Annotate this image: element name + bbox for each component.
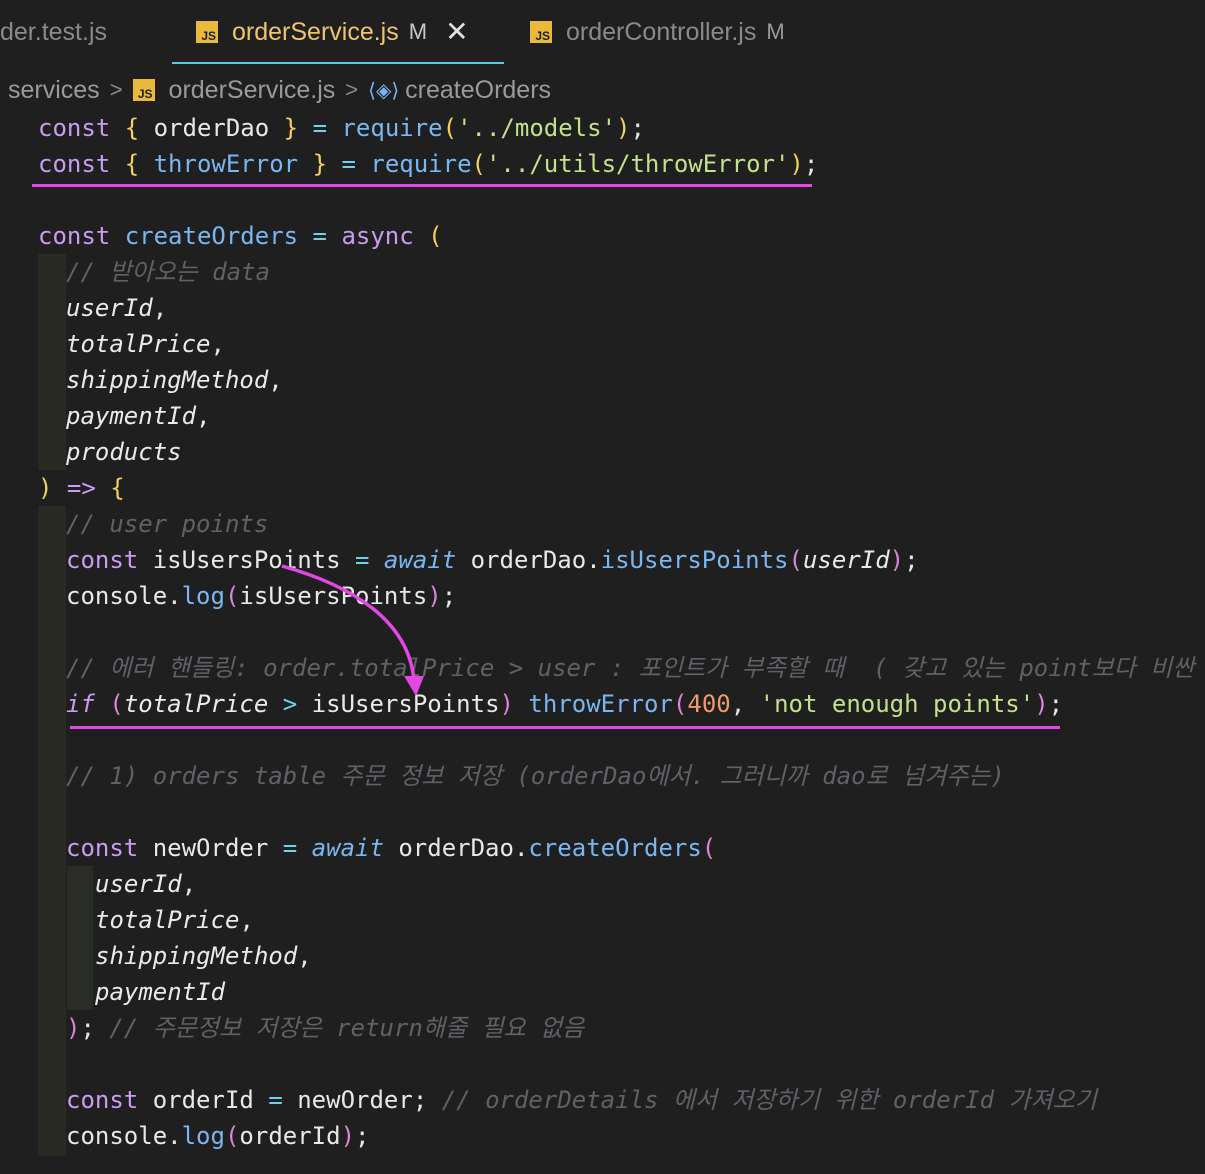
annotation-arrow bbox=[281, 564, 424, 696]
